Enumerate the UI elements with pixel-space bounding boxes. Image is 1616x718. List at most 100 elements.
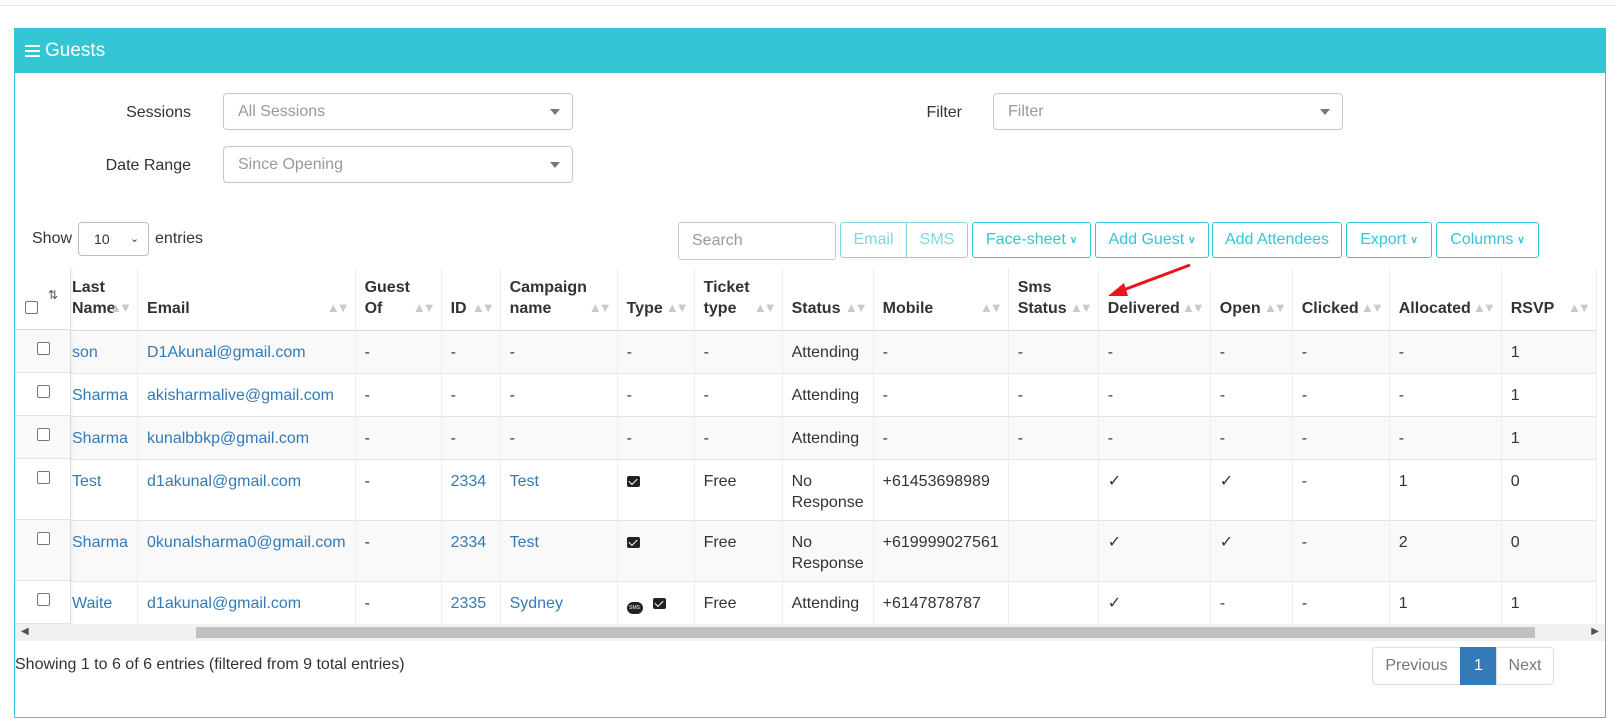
col-header-guest-of[interactable]: Guest Of ▲▼ (355, 268, 442, 331)
entries-select[interactable]: 10 ⌄ (78, 222, 150, 256)
cell-id[interactable]: 2334 (441, 520, 501, 581)
cell-id[interactable]: 2335 (441, 581, 501, 624)
menu-icon[interactable] (25, 42, 40, 60)
cell-id-value: - (450, 429, 456, 447)
sms-button[interactable]: SMS (906, 222, 968, 258)
cell-allocated: 1 (1389, 459, 1502, 520)
sms-button-label: SMS (919, 231, 955, 248)
cell-campaign[interactable]: - (500, 416, 618, 459)
cell-id[interactable]: - (441, 416, 501, 459)
add-attendees-button[interactable]: Add Attendees (1212, 222, 1342, 258)
page-1-button[interactable]: 1 (1460, 647, 1497, 685)
cell-email-value[interactable]: akisharmalive@gmail.com (147, 387, 334, 404)
cell-status-value: Attending (791, 386, 860, 404)
cell-allocated-value: - (1398, 386, 1405, 404)
col-header-open[interactable]: Open ▲▼ (1210, 268, 1293, 331)
cell-email[interactable]: akisharmalive@gmail.com (137, 373, 356, 416)
cell-campaign[interactable]: - (500, 373, 618, 416)
page-length-control: Show 10 ⌄ entries (32, 222, 203, 256)
date-range-select-value: Since Opening (238, 155, 343, 173)
row-checkbox[interactable] (37, 342, 50, 355)
select-row-cell (15, 520, 70, 581)
cell-campaign-value[interactable]: Test (510, 473, 539, 490)
sms-icon: SMS (626, 601, 643, 614)
cell-email[interactable]: d1akunal@gmail.com (137, 581, 356, 624)
col-header-allocated[interactable]: Allocated ▲▼ (1389, 268, 1502, 331)
columns-button[interactable]: Columns ∨ (1436, 222, 1539, 258)
cell-email[interactable]: 0kunalsharma0@gmail.com (137, 520, 356, 581)
previous-page-button[interactable]: Previous (1372, 647, 1461, 685)
cell-email[interactable]: d1akunal@gmail.com (137, 459, 356, 520)
cell-email[interactable]: D1Akunal@gmail.com (137, 330, 356, 373)
email-icon (626, 475, 640, 487)
cell-email-value[interactable]: d1akunal@gmail.com (147, 595, 301, 612)
cell-campaign[interactable]: - (500, 330, 618, 373)
cell-email-value[interactable]: kunalbbkp@gmail.com (147, 430, 309, 447)
sessions-select[interactable]: All Sessions (223, 93, 573, 130)
row-checkbox[interactable] (37, 593, 50, 606)
cell-campaign[interactable]: Test (500, 459, 618, 520)
cell-id[interactable]: - (441, 373, 501, 416)
search-input[interactable]: Search (678, 222, 836, 260)
face-sheet-button[interactable]: Face-sheet ∨ (972, 222, 1091, 258)
top-divider (0, 5, 1616, 6)
cell-email-value[interactable]: d1akunal@gmail.com (147, 473, 301, 490)
cell-clicked: - (1292, 520, 1390, 581)
cell-name-value[interactable]: Test (72, 473, 101, 490)
cell-campaign[interactable]: Test (500, 520, 618, 581)
cell-campaign[interactable]: Sydney (500, 581, 618, 624)
cell-email-value[interactable]: D1Akunal@gmail.com (147, 344, 306, 361)
cell-delivered-value: - (1107, 429, 1114, 447)
col-header-email-text: Email (147, 299, 190, 317)
col-header-clicked[interactable]: Clicked ▲▼ (1292, 268, 1390, 331)
date-range-select[interactable]: Since Opening (223, 146, 573, 183)
cell-email[interactable]: kunalbbkp@gmail.com (137, 416, 356, 459)
cell-campaign-value[interactable]: Test (510, 534, 539, 551)
cell-id-value[interactable]: 2335 (451, 595, 487, 612)
col-header-status[interactable]: Status ▲▼ (782, 268, 874, 331)
horizontal-scrollbar[interactable]: ◀ ▶ (15, 624, 1605, 641)
cell-name-value[interactable]: Sharma (72, 430, 128, 447)
cell-id[interactable]: - (441, 330, 501, 373)
cell-id[interactable]: 2334 (441, 459, 501, 520)
col-header-sms-status[interactable]: Sms Status ▲▼ (1008, 268, 1099, 331)
scrollbar-thumb[interactable] (196, 627, 1535, 638)
col-header-delivered[interactable]: Delivered ▲▼ (1098, 268, 1211, 331)
cell-allocated-value: 1 (1398, 472, 1408, 490)
cell-name-value[interactable]: Sharma (72, 534, 128, 551)
cell-ticket: Free (694, 520, 783, 581)
filter-label: Filter (926, 104, 962, 121)
cell-name-value[interactable]: Waite (72, 595, 112, 612)
cell-delivered: ✓ (1098, 520, 1211, 581)
cell-id-value[interactable]: 2334 (451, 534, 487, 551)
row-checkbox[interactable] (37, 428, 50, 441)
scroll-right-icon[interactable]: ▶ (1591, 626, 1599, 637)
next-page-button[interactable]: Next (1496, 647, 1554, 685)
col-header-rsvp[interactable]: RSVP ▲▼ (1501, 268, 1597, 331)
select-all-checkbox[interactable] (25, 301, 38, 314)
cell-campaign-value[interactable]: Sydney (510, 595, 563, 612)
col-header-mobile[interactable]: Mobile ▲▼ (873, 268, 1009, 331)
cell-name-value[interactable]: Sharma (72, 387, 128, 404)
row-checkbox[interactable] (37, 385, 50, 398)
email-button[interactable]: Email (840, 222, 907, 258)
row-checkbox[interactable] (37, 471, 50, 484)
export-button[interactable]: Export ∨ (1346, 222, 1432, 258)
add-guest-button[interactable]: Add Guest ∨ (1095, 222, 1209, 258)
col-header-ticket-type[interactable]: Ticket type ▲▼ (694, 268, 783, 331)
cell-email-value[interactable]: 0kunalsharma0@gmail.com (147, 534, 346, 551)
row-checkbox[interactable] (37, 532, 50, 545)
col-header-mobile-text: Mobile (882, 299, 934, 317)
scroll-left-icon[interactable]: ◀ (21, 626, 29, 637)
sort-icon[interactable]: ⇅ (48, 289, 58, 301)
col-header-campaign[interactable]: Campaign name ▲▼ (500, 268, 618, 331)
cell-name-value[interactable]: son (72, 344, 98, 361)
cell-ticket: - (694, 416, 783, 459)
col-header-id[interactable]: ID ▲▼ (441, 268, 501, 331)
col-header-type[interactable]: Type ▲▼ (617, 268, 695, 331)
col-header-email[interactable]: Email ▲▼ (137, 268, 356, 331)
cell-rsvp: 1 (1501, 373, 1597, 416)
cell-id-value[interactable]: 2334 (451, 473, 487, 490)
cell-allocated-value: - (1398, 343, 1405, 361)
filter-select[interactable]: Filter (993, 93, 1343, 130)
